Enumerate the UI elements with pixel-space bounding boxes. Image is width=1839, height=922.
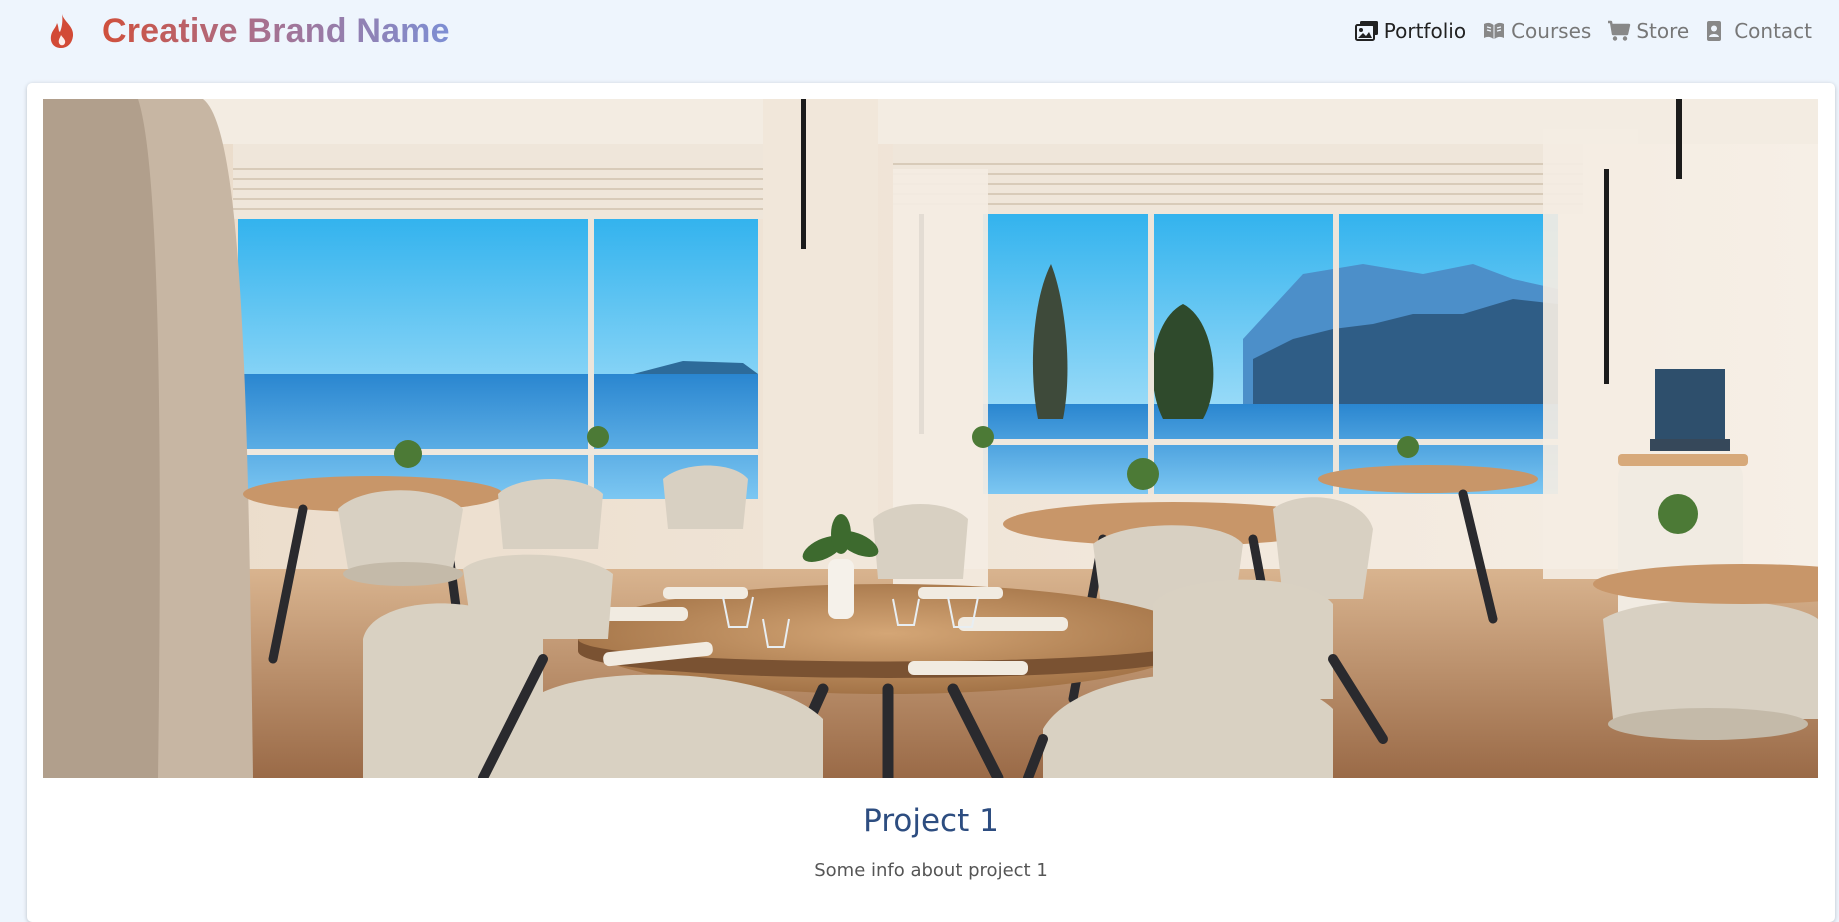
nav-store[interactable]: Store bbox=[1607, 19, 1689, 43]
project-title: Project 1 bbox=[863, 803, 999, 839]
brand-name: Creative Brand Name bbox=[102, 11, 450, 50]
nav-portfolio-label: Portfolio bbox=[1383, 19, 1467, 43]
shopping-cart-icon bbox=[1607, 20, 1631, 42]
nav-contact-label: Contact bbox=[1734, 19, 1812, 43]
contact-card-icon bbox=[1705, 20, 1729, 42]
nav-courses[interactable]: Courses bbox=[1482, 19, 1591, 43]
project-description: Some info about project 1 bbox=[814, 860, 1048, 881]
photo-gallery-icon bbox=[1354, 20, 1379, 42]
flame-icon bbox=[46, 13, 78, 49]
top-navbar: Creative Brand Name Portfolio Courses St… bbox=[0, 0, 1839, 62]
book-open-icon bbox=[1482, 20, 1506, 42]
nav-contact[interactable]: Contact bbox=[1705, 19, 1812, 43]
nav-store-label: Store bbox=[1636, 19, 1690, 43]
nav-courses-label: Courses bbox=[1511, 19, 1592, 43]
nav-portfolio[interactable]: Portfolio bbox=[1354, 19, 1467, 43]
main-nav: Portfolio Courses Store Contact bbox=[1354, 19, 1812, 43]
brand-link[interactable]: Creative Brand Name bbox=[46, 12, 450, 51]
project-image bbox=[43, 99, 1818, 778]
project-card: Project 1 Some info about project 1 bbox=[27, 83, 1835, 922]
